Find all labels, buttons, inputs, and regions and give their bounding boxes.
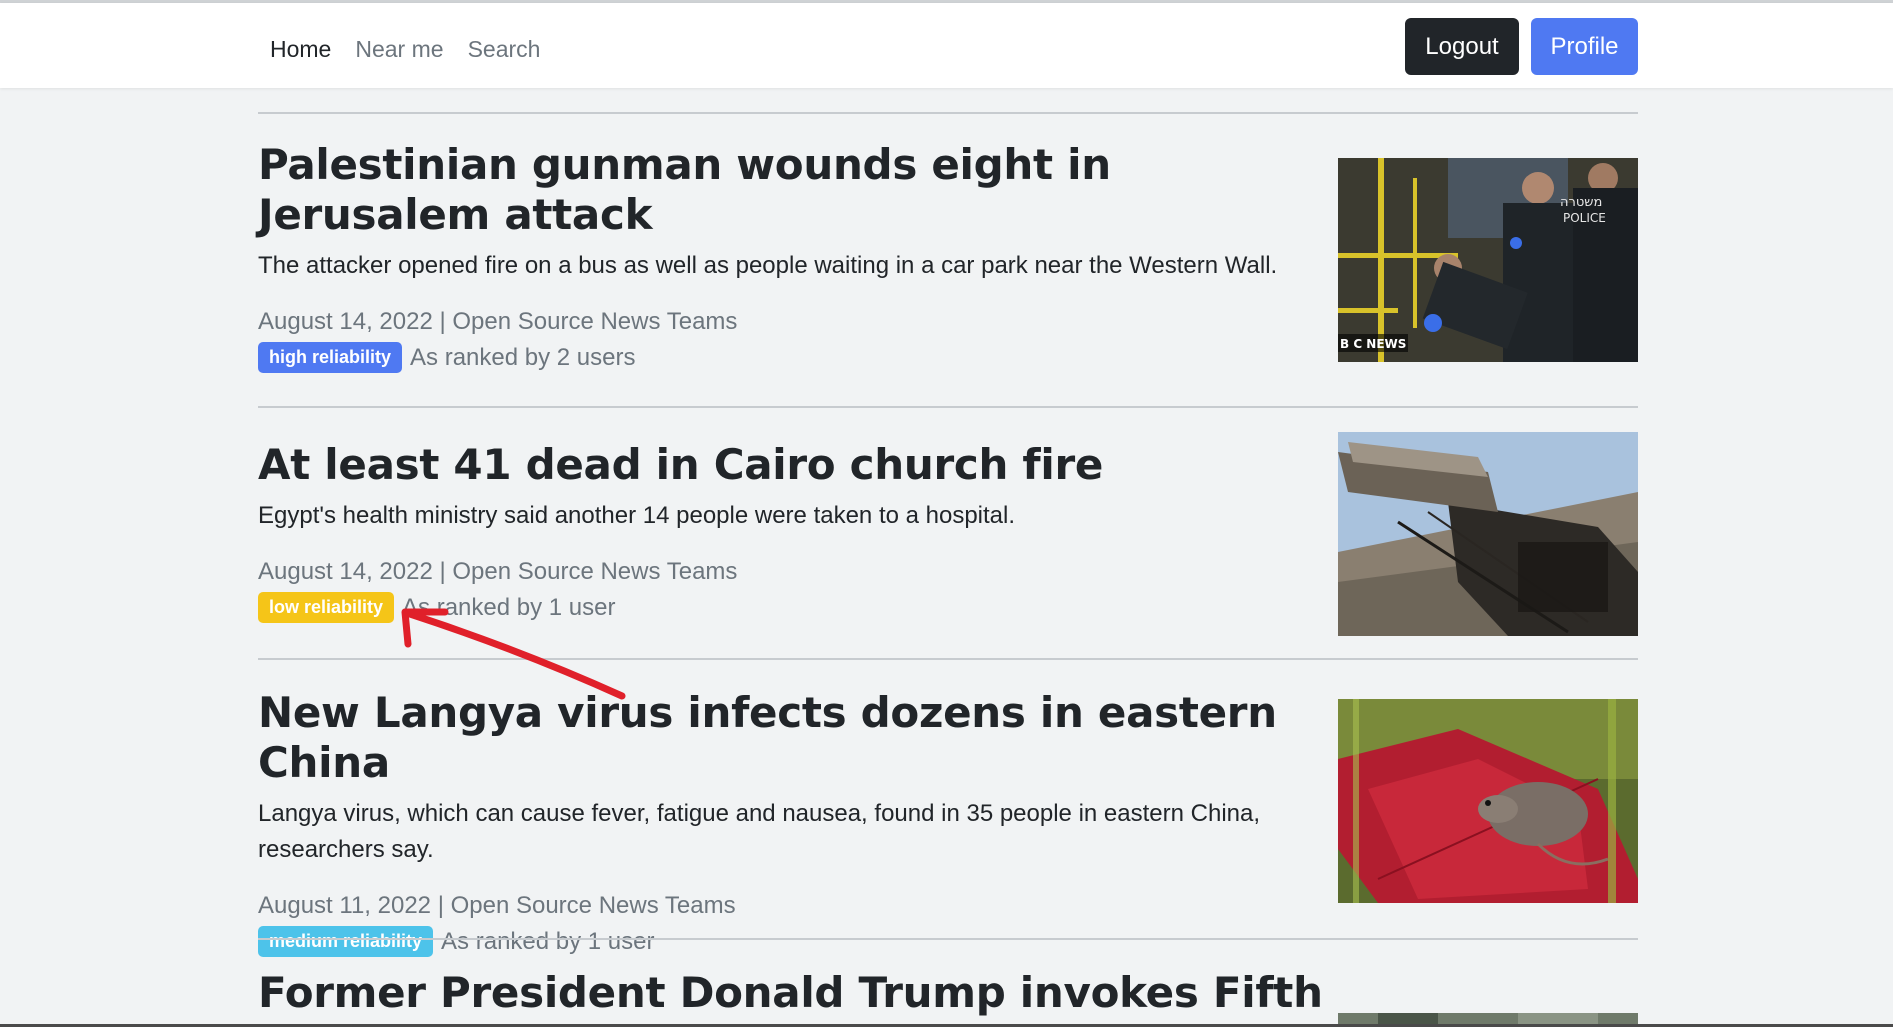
reliability-row: medium reliability As ranked by 1 user xyxy=(258,926,1638,957)
ranked-by-text: As ranked by 1 user xyxy=(402,593,616,621)
article-summary: Egypt's health ministry said another 14 … xyxy=(258,502,1016,529)
article-thumbnail[interactable] xyxy=(1338,699,1638,903)
ranked-by-text: As ranked by 1 user xyxy=(441,927,655,955)
profile-button[interactable]: Profile xyxy=(1531,18,1638,75)
article-divider xyxy=(258,112,1638,114)
article-thumbnail[interactable] xyxy=(1338,432,1638,636)
article-title[interactable]: Former President Donald Trump invokes Fi… xyxy=(258,968,1328,1018)
nav-near-me-link[interactable]: Near me xyxy=(355,36,443,63)
article-title[interactable]: At least 41 dead in Cairo church fire xyxy=(258,440,1328,490)
reliability-badge: medium reliability xyxy=(258,926,434,957)
trump-image-partial xyxy=(1338,1013,1638,1024)
article-thumbnail[interactable] xyxy=(1338,1012,1638,1024)
nav-home-link[interactable]: Home xyxy=(270,36,331,63)
nav-links: Home Near me Search xyxy=(270,36,564,63)
article-divider xyxy=(258,406,1638,408)
article-summary: The attacker opened fire on a bus as wel… xyxy=(258,252,1278,279)
svg-text:POLICE: POLICE xyxy=(1563,211,1606,225)
shrew-on-leaf-image xyxy=(1338,699,1638,903)
burned-church-image xyxy=(1338,432,1638,636)
police-bus-image: משטרה POLICE B C NEWS xyxy=(1338,158,1638,362)
ranked-by-text: As ranked by 2 users xyxy=(410,343,636,371)
article-summary: Langya virus, which can cause fever, fat… xyxy=(258,800,1261,863)
article-title[interactable]: Palestinian gunman wounds eight in Jerus… xyxy=(258,140,1328,240)
article-divider xyxy=(258,658,1638,660)
article-thumbnail[interactable]: משטרה POLICE B C NEWS xyxy=(1338,158,1638,362)
nav-search-link[interactable]: Search xyxy=(468,36,541,63)
top-navbar: Home Near me Search Logout Profile xyxy=(0,3,1893,88)
reliability-badge: high reliability xyxy=(258,342,403,373)
bbc-news-watermark: B C NEWS xyxy=(1340,337,1406,351)
svg-text:משטרה: משטרה xyxy=(1560,195,1602,210)
reliability-badge: low reliability xyxy=(258,592,395,623)
article-divider xyxy=(258,938,1638,940)
logout-button[interactable]: Logout xyxy=(1405,18,1519,75)
article-title[interactable]: New Langya virus infects dozens in easte… xyxy=(258,688,1328,788)
article-card: Former President Donald Trump invokes Fi… xyxy=(258,968,1638,1018)
